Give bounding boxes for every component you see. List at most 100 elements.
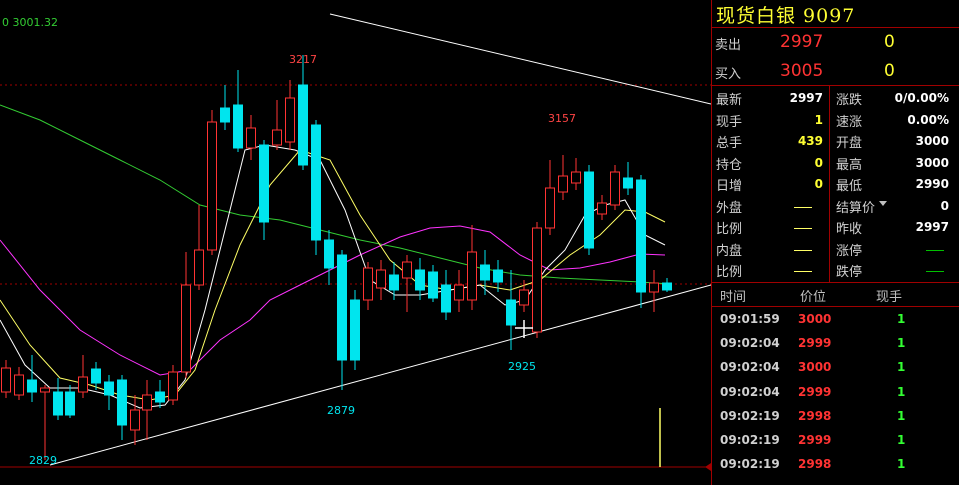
stat-right-value: 3000 bbox=[915, 134, 949, 148]
candle-body bbox=[104, 381, 114, 396]
crosshair-cursor-icon bbox=[515, 320, 533, 338]
candle-body bbox=[194, 249, 204, 286]
candle-body bbox=[14, 374, 24, 396]
candle-body bbox=[480, 264, 490, 281]
trade-qty: 1 bbox=[897, 457, 906, 472]
trade-row[interactable]: 09:02:04 3000 1 bbox=[712, 360, 959, 384]
candle-body bbox=[467, 251, 477, 301]
candle-body bbox=[571, 171, 581, 184]
candle-body bbox=[40, 387, 50, 393]
stat-right-label: 最高 bbox=[836, 157, 863, 173]
quote-panel: 现货白银 9097 卖出 2997 0 买入 3005 0 最新 2997 现手 1 总… bbox=[711, 0, 959, 485]
stat-dash bbox=[794, 249, 812, 251]
candle-body bbox=[337, 254, 347, 361]
candle-body bbox=[389, 274, 399, 291]
trade-row[interactable]: 09:02:04 2999 1 bbox=[712, 336, 959, 360]
trade-qty: 1 bbox=[897, 433, 906, 447]
stat-left-label: 总手 bbox=[716, 136, 743, 151]
candle-body bbox=[545, 187, 555, 229]
trade-time: 09:02:19 bbox=[720, 457, 780, 472]
trade-price: 2998 bbox=[798, 408, 832, 423]
candle-body bbox=[1, 367, 11, 393]
candle-body bbox=[246, 127, 256, 149]
trade-row[interactable]: 09:02:19 2999 1 bbox=[712, 433, 959, 457]
annotation-low-right: 2925 bbox=[508, 360, 536, 373]
buy-qty: 0 bbox=[884, 61, 895, 81]
candle-body bbox=[350, 299, 360, 361]
trade-row[interactable]: 09:02:19 2998 1 bbox=[712, 409, 959, 433]
stat-right-label: 速涨 bbox=[836, 114, 863, 130]
stat-left-value: 2997 bbox=[789, 91, 823, 105]
stat-left-value: 439 bbox=[797, 134, 823, 148]
stat-right-value: 0/0.00% bbox=[894, 91, 949, 105]
candle-body bbox=[649, 282, 659, 293]
stat-dash bbox=[794, 271, 812, 272]
trade-time: 09:02:04 bbox=[720, 360, 780, 375]
candle-body bbox=[454, 284, 464, 301]
trade-qty: 1 bbox=[897, 312, 906, 326]
upper-trendline bbox=[329, 13, 711, 105]
stat-right-label: 涨停 bbox=[836, 243, 863, 259]
trade-price: 2999 bbox=[798, 336, 832, 351]
annotation-high-right: 3157 bbox=[548, 112, 576, 125]
candle-body bbox=[233, 104, 243, 149]
trade-qty: 1 bbox=[897, 360, 906, 375]
stat-left-label: 现手 bbox=[716, 114, 743, 130]
buy-price: 3005 bbox=[780, 61, 824, 81]
trades-header-time: 时间 bbox=[720, 290, 747, 305]
trades-header-price: 价位 bbox=[800, 290, 827, 305]
candle-body bbox=[402, 261, 412, 279]
trade-qty: 1 bbox=[897, 336, 906, 351]
candle-body bbox=[311, 124, 321, 241]
lower-trendline bbox=[49, 284, 711, 466]
price-max-label: 0 3001.32 bbox=[2, 16, 58, 29]
trade-qty: 1 bbox=[897, 408, 906, 423]
candle-body bbox=[363, 267, 373, 301]
stat-left-value: 1 bbox=[814, 112, 823, 127]
trade-price: 3000 bbox=[798, 360, 832, 375]
candle-body bbox=[285, 97, 295, 143]
candle-body bbox=[259, 144, 269, 223]
candle-body bbox=[207, 121, 217, 251]
stat-left-label: 比例 bbox=[716, 265, 743, 280]
trade-time: 09:02:04 bbox=[720, 336, 780, 351]
trade-row[interactable]: 09:02:19 2998 1 bbox=[712, 457, 959, 481]
candle-body bbox=[155, 391, 165, 403]
candle-body bbox=[324, 239, 334, 269]
stat-right-label: 跌停 bbox=[836, 265, 863, 280]
trade-row[interactable]: 09:02:04 2999 1 bbox=[712, 385, 959, 409]
trade-qty: 1 bbox=[897, 384, 906, 399]
candle-body bbox=[181, 284, 191, 373]
trade-price: 2999 bbox=[798, 433, 832, 447]
candle-body bbox=[597, 202, 607, 215]
stat-left-label: 日增 bbox=[716, 179, 743, 194]
trade-time: 09:02:04 bbox=[720, 384, 780, 399]
stat-right-label: 昨收 bbox=[836, 222, 863, 237]
candle-body bbox=[142, 394, 152, 411]
candle-body bbox=[506, 299, 516, 326]
candle-body bbox=[168, 371, 178, 401]
candle-body bbox=[27, 379, 37, 393]
buy-label: 买入 bbox=[715, 67, 742, 82]
trade-row[interactable]: 09:01:59 3000 1 bbox=[712, 312, 959, 336]
candle-body bbox=[220, 107, 230, 123]
candle-body bbox=[272, 129, 282, 146]
stat-right-value: 0 bbox=[940, 198, 949, 213]
candlestick-chart[interactable]: 0 3001.32 3217 2829 2879 3157 2925 bbox=[0, 0, 711, 485]
stat-right-label: 结算价 bbox=[836, 200, 876, 216]
trades-header-qty: 现手 bbox=[876, 290, 903, 305]
candle-body bbox=[428, 271, 438, 299]
candle-body bbox=[53, 391, 63, 416]
candle-body bbox=[636, 179, 646, 293]
stat-dash bbox=[926, 249, 944, 251]
stat-left-label: 比例 bbox=[716, 222, 743, 237]
dropdown-arrow-icon[interactable] bbox=[879, 200, 887, 206]
candle-body bbox=[532, 227, 542, 333]
trade-time: 09:01:59 bbox=[720, 312, 780, 326]
sell-price: 2997 bbox=[780, 32, 824, 52]
stat-left-label: 内盘 bbox=[716, 243, 743, 259]
candle-body bbox=[584, 171, 594, 249]
candle-body bbox=[78, 376, 88, 393]
stat-dash bbox=[926, 271, 944, 272]
candle-body bbox=[91, 368, 101, 384]
